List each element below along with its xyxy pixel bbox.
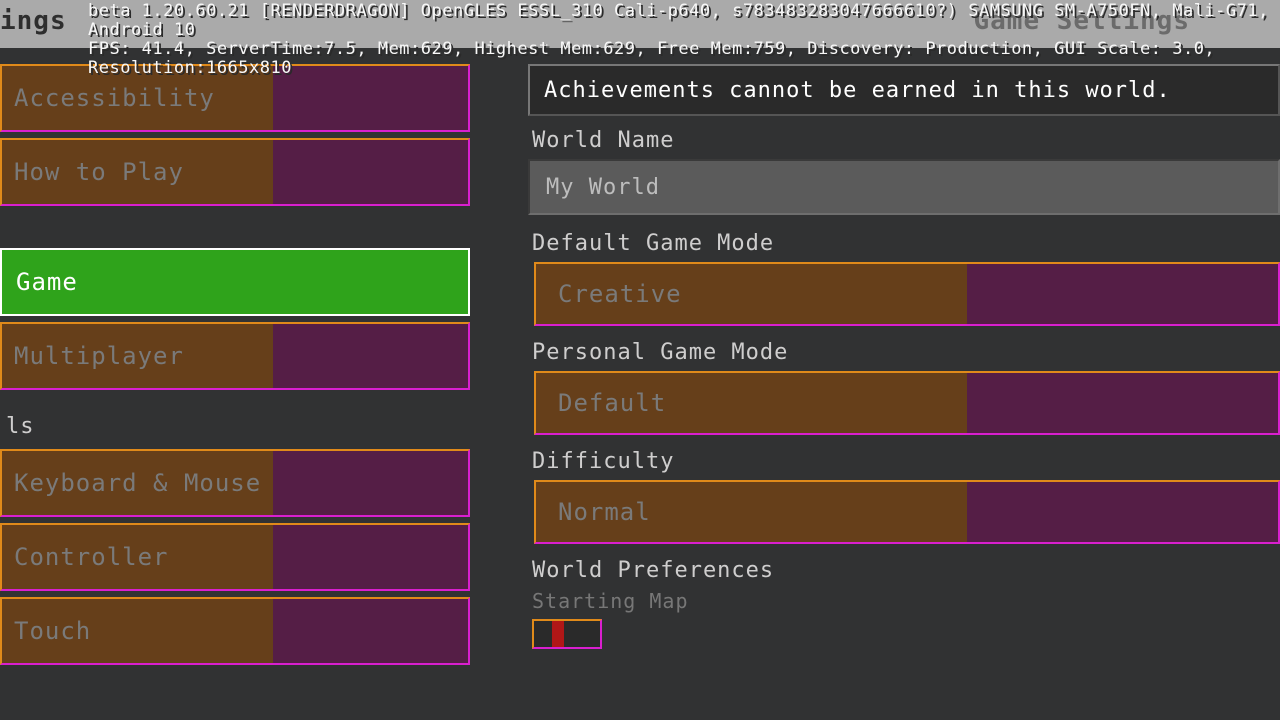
dropdown-value: Normal (558, 498, 651, 526)
sidebar-item-label: Multiplayer (14, 342, 184, 370)
world-preferences-label: World Preferences (532, 558, 1280, 583)
sidebar-item-multiplayer[interactable]: Multiplayer (0, 322, 470, 390)
dropdown-value: Creative (558, 280, 682, 308)
difficulty-label: Difficulty (532, 449, 1280, 474)
banner-text: Achievements cannot be earned in this wo… (544, 78, 1171, 103)
sidebar-item-keyboard-mouse[interactable]: Keyboard & Mouse (0, 449, 470, 517)
settings-content: Achievements cannot be earned in this wo… (498, 48, 1280, 720)
personal-game-mode-label: Personal Game Mode (532, 340, 1280, 365)
sidebar-item-accessibility[interactable]: Accessibility (0, 64, 470, 132)
sidebar-item-label: Accessibility (14, 84, 215, 112)
sidebar-item-label: Game (16, 268, 78, 296)
world-name-input[interactable]: My World (528, 159, 1280, 215)
dropdown-value: Default (558, 389, 666, 417)
default-game-mode-dropdown[interactable]: Creative (534, 262, 1280, 326)
sidebar-item-controller[interactable]: Controller (0, 523, 470, 591)
difficulty-dropdown[interactable]: Normal (534, 480, 1280, 544)
sidebar-item-game[interactable]: Game (0, 248, 470, 316)
starting-map-toggle[interactable] (532, 619, 602, 649)
sidebar-item-label: How to Play (14, 158, 184, 186)
header-bar: ings Game Settings (0, 0, 1280, 48)
personal-game-mode-dropdown[interactable]: Default (534, 371, 1280, 435)
header-title-left: ings (0, 6, 67, 36)
achievements-banner: Achievements cannot be earned in this wo… (528, 64, 1280, 116)
world-name-value: My World (546, 175, 660, 200)
sidebar-item-label: Controller (14, 543, 169, 571)
sidebar-item-label: Keyboard & Mouse (14, 469, 261, 497)
sidebar-item-touch[interactable]: Touch (0, 597, 470, 665)
starting-map-label: Starting Map (532, 589, 1280, 613)
settings-sidebar: Accessibility How to Play Game Multiplay… (0, 48, 470, 720)
default-game-mode-label: Default Game Mode (532, 231, 1280, 256)
sidebar-item-label: Touch (14, 617, 91, 645)
sidebar-item-how-to-play[interactable]: How to Play (0, 138, 470, 206)
header-title-right: Game Settings (974, 6, 1191, 36)
world-name-label: World Name (532, 128, 1280, 153)
toggle-knob (552, 621, 564, 647)
sidebar-section-controls: ls (6, 414, 470, 439)
